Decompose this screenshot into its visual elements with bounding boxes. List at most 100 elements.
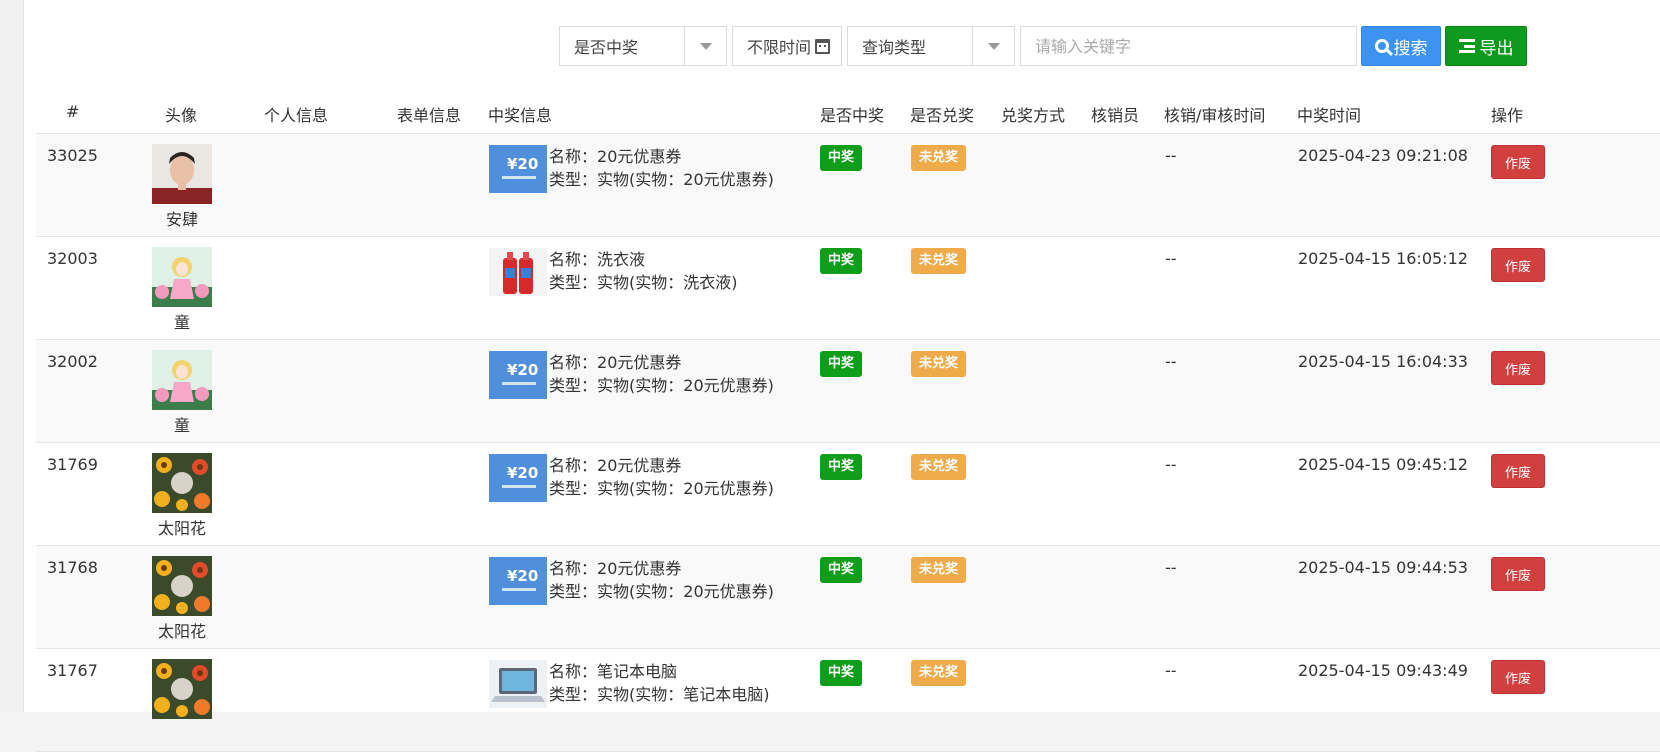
void-button[interactable]: 作废 [1491,660,1545,694]
person-photo-avatar[interactable] [152,144,212,204]
table-row: 32002 童 ¥20 名称：20元优惠券 类型：实物(实物：20元优惠券) 中… [36,340,1660,443]
chevron-down-icon[interactable] [972,27,1014,65]
column-header-avatar[interactable]: 头像 [165,102,197,126]
win-time: 2025-04-15 16:05:12 [1298,249,1468,268]
left-sidebar-edge [0,0,24,712]
unredeemed-badge: 未兑奖 [911,454,967,480]
prize-info: 名称：笔记本电脑 类型：实物(实物：笔记本电脑) [549,660,770,706]
flowers-avatar[interactable] [152,659,212,719]
column-header-action[interactable]: 操作 [1491,102,1523,126]
anime-girl-avatar[interactable] [152,247,212,307]
win-status-select-label: 是否中奖 [574,38,639,57]
column-header-redeem-method[interactable]: 兑奖方式 [1001,102,1065,126]
void-button[interactable]: 作废 [1491,248,1545,282]
coupon-icon: ¥20 [489,351,547,399]
prize-info: 名称：20元优惠券 类型：实物(实物：20元优惠券) [549,145,774,191]
prize-type-label: 类型： [549,273,598,292]
time-range-label: 不限时间 [747,38,812,57]
time-range-picker[interactable]: 不限时间 [732,26,842,66]
row-id: 33025 [47,146,98,165]
unredeemed-badge: 未兑奖 [911,660,967,686]
row-id: 32002 [47,352,98,371]
won-badge: 中奖 [820,660,863,686]
void-button[interactable]: 作废 [1491,351,1545,385]
prize-name: 20元优惠券 [597,456,682,475]
column-header-form-info[interactable]: 表单信息 [397,102,461,126]
chevron-down-icon[interactable] [684,27,726,65]
prize-info: 名称：20元优惠券 类型：实物(实物：20元优惠券) [549,351,774,397]
prize-type-label: 类型： [549,582,598,601]
prize-info: 名称：20元优惠券 类型：实物(实物：20元优惠券) [549,557,774,603]
won-badge: 中奖 [820,248,863,274]
table-row: 31769 太阳花 ¥20 名称：20元优惠券 类型：实物(实物：20元优惠券)… [36,443,1660,546]
verify-time: -- [1165,455,1177,474]
prize-name: 笔记本电脑 [597,662,678,681]
unredeemed-badge: 未兑奖 [911,557,967,583]
user-nickname: 太阳花 [157,622,206,641]
prize-type-label: 类型： [549,170,598,189]
column-header-verifier[interactable]: 核销员 [1091,102,1139,126]
column-header-win-time[interactable]: 中奖时间 [1297,102,1361,126]
query-type-select[interactable]: 查询类型 [847,26,1015,66]
unredeemed-badge: 未兑奖 [911,351,967,377]
won-badge: 中奖 [820,351,863,377]
unredeemed-badge: 未兑奖 [911,248,967,274]
table-row: 31768 太阳花 ¥20 名称：20元优惠券 类型：实物(实物：20元优惠券)… [36,546,1660,649]
win-time: 2025-04-15 09:44:53 [1298,558,1468,577]
prize-name: 20元优惠券 [597,559,682,578]
win-time: 2025-04-15 09:45:12 [1298,455,1468,474]
column-header-redeemed[interactable]: 是否兑奖 [910,102,974,126]
flowers-avatar[interactable] [152,556,212,616]
prize-type-label: 类型： [549,479,598,498]
export-list-icon [1458,39,1475,53]
prize-info: 名称：20元优惠券 类型：实物(实物：20元优惠券) [549,454,774,500]
win-status-select[interactable]: 是否中奖 [559,26,727,66]
row-id: 32003 [47,249,98,268]
user-nickname: 童 [173,416,190,435]
anime-girl-avatar[interactable] [152,350,212,410]
prize-name-label: 名称： [549,559,598,578]
coupon-icon: ¥20 [489,145,547,193]
win-time: 2025-04-23 09:21:08 [1298,146,1468,165]
column-header-id[interactable]: # [66,102,79,121]
column-header-prize-info[interactable]: 中奖信息 [488,102,552,126]
export-button[interactable]: 导出 [1445,26,1527,66]
row-id: 31769 [47,455,98,474]
verify-time: -- [1165,558,1177,577]
row-id: 31768 [47,558,98,577]
search-button-label: 搜索 [1393,38,1428,59]
coupon-icon: ¥20 [489,454,547,502]
prize-type: 实物(实物：20元优惠券) [597,479,774,498]
void-button[interactable]: 作废 [1491,145,1545,179]
prize-type: 实物(实物：洗衣液) [597,273,738,292]
prize-type: 实物(实物：20元优惠券) [597,582,774,601]
void-button[interactable]: 作废 [1491,557,1545,591]
table-row: 33025 安肆 ¥20 名称：20元优惠券 类型：实物(实物：20元优惠券) … [36,134,1660,237]
verify-time: -- [1165,661,1177,680]
prize-name-label: 名称： [549,353,598,372]
prize-name: 20元优惠券 [597,147,682,166]
prize-name-label: 名称： [549,456,598,475]
query-type-select-label: 查询类型 [862,38,927,57]
flowers-avatar[interactable] [152,453,212,513]
keyword-search-input[interactable] [1020,26,1357,66]
won-badge: 中奖 [820,557,863,583]
table-row: 32003 童 名称：洗衣液 类型：实物(实物：洗衣液) 中奖 未兑奖 -- 2… [36,237,1660,340]
column-header-won[interactable]: 是否中奖 [820,102,884,126]
won-badge: 中奖 [820,454,863,480]
prize-type: 实物(实物：20元优惠券) [597,170,774,189]
laptop-icon [489,660,547,708]
page: 是否中奖 不限时间 查询类型 搜索 导出 # 头像 个人信息 表单信息 中奖信息… [0,0,1660,752]
column-header-verify-time[interactable]: 核销/审核时间 [1164,102,1265,126]
calendar-icon [815,38,831,54]
column-header-personal-info[interactable]: 个人信息 [264,102,328,126]
verify-time: -- [1165,249,1177,268]
unredeemed-badge: 未兑奖 [911,145,967,171]
void-button[interactable]: 作废 [1491,454,1545,488]
win-time: 2025-04-15 09:43:49 [1298,661,1468,680]
user-nickname: 童 [173,313,190,332]
export-button-label: 导出 [1479,38,1514,59]
search-button[interactable]: 搜索 [1361,26,1441,66]
won-badge: 中奖 [820,145,863,171]
win-time: 2025-04-15 16:04:33 [1298,352,1468,371]
